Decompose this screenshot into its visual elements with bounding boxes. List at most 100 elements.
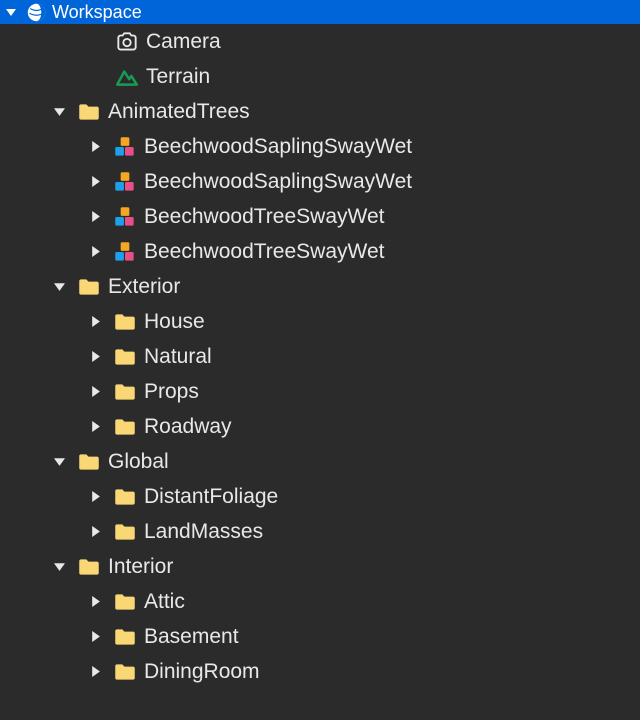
tree-row[interactable]: BeechwoodTreeSwayWet <box>0 234 640 269</box>
tree-row[interactable]: DistantFoliage <box>0 479 640 514</box>
tree-item-label: Props <box>142 380 640 404</box>
tree-row[interactable]: Interior <box>0 549 640 584</box>
folder-icon-slot <box>108 484 142 510</box>
tree-row[interactable]: Props <box>0 374 640 409</box>
expand-arrow[interactable] <box>46 106 72 117</box>
folder-icon <box>112 379 138 405</box>
tree-row[interactable]: LandMasses <box>0 514 640 549</box>
tree-item-label: Attic <box>142 590 640 614</box>
camera-icon-slot <box>110 29 144 55</box>
model-icon <box>112 239 138 265</box>
expand-arrow[interactable] <box>82 386 108 397</box>
folder-icon <box>76 449 102 475</box>
tree-item-label: Natural <box>142 345 640 369</box>
expand-arrow[interactable] <box>82 246 108 257</box>
tree-row[interactable]: BeechwoodSaplingSwayWet <box>0 129 640 164</box>
model-icon <box>112 204 138 230</box>
tree-row[interactable]: House <box>0 304 640 339</box>
chevron-right-icon <box>90 351 101 362</box>
chevron-right-icon <box>90 141 101 152</box>
folder-icon <box>76 274 102 300</box>
model-icon-slot <box>108 239 142 265</box>
folder-icon-slot <box>72 274 106 300</box>
expand-arrow[interactable] <box>46 561 72 572</box>
tree-row[interactable]: Terrain <box>0 59 640 94</box>
chevron-right-icon <box>90 421 101 432</box>
chevron-right-icon <box>90 491 101 502</box>
tree-item-label: DistantFoliage <box>142 485 640 509</box>
workspace-icon <box>22 3 50 22</box>
tree-item-label: BeechwoodTreeSwayWet <box>142 240 640 264</box>
expand-arrow[interactable] <box>82 631 108 642</box>
tree-item-label: DiningRoom <box>142 660 640 684</box>
folder-icon-slot <box>72 449 106 475</box>
folder-icon <box>112 624 138 650</box>
expand-arrow[interactable] <box>82 141 108 152</box>
expand-arrow[interactable] <box>46 456 72 467</box>
tree-item-label: House <box>142 310 640 334</box>
explorer-tree[interactable]: Workspace Camera TerrainAnimatedTrees Beec… <box>0 0 640 689</box>
tree-root-row[interactable]: Workspace <box>0 0 640 24</box>
chevron-right-icon <box>90 631 101 642</box>
tree-row[interactable]: DiningRoom <box>0 654 640 689</box>
tree-row[interactable]: BeechwoodSaplingSwayWet <box>0 164 640 199</box>
folder-icon <box>76 554 102 580</box>
terrain-icon <box>114 64 140 90</box>
chevron-right-icon <box>90 211 101 222</box>
expand-arrow[interactable] <box>82 666 108 677</box>
tree-row[interactable]: Basement <box>0 619 640 654</box>
expand-arrow[interactable] <box>46 281 72 292</box>
chevron-right-icon <box>90 386 101 397</box>
chevron-down-icon <box>6 7 16 17</box>
model-icon-slot <box>108 134 142 160</box>
folder-icon-slot <box>72 554 106 580</box>
folder-icon <box>76 99 102 125</box>
folder-icon-slot <box>108 414 142 440</box>
chevron-right-icon <box>90 666 101 677</box>
chevron-down-icon <box>54 106 65 117</box>
tree-row[interactable]: Exterior <box>0 269 640 304</box>
chevron-right-icon <box>90 596 101 607</box>
tree-item-label: Camera <box>144 30 640 54</box>
tree-item-label: Roadway <box>142 415 640 439</box>
tree-root-label: Workspace <box>50 2 640 23</box>
expand-arrow[interactable] <box>82 176 108 187</box>
chevron-down-icon <box>54 281 65 292</box>
chevron-right-icon <box>90 176 101 187</box>
expand-arrow[interactable] <box>82 316 108 327</box>
model-icon <box>112 134 138 160</box>
folder-icon <box>112 344 138 370</box>
terrain-icon-slot <box>110 64 144 90</box>
tree-row[interactable]: BeechwoodTreeSwayWet <box>0 199 640 234</box>
folder-icon <box>112 589 138 615</box>
chevron-down-icon <box>54 456 65 467</box>
tree-row[interactable]: Global <box>0 444 640 479</box>
tree-item-label: BeechwoodSaplingSwayWet <box>142 170 640 194</box>
folder-icon <box>112 414 138 440</box>
tree-item-label: BeechwoodSaplingSwayWet <box>142 135 640 159</box>
tree-row[interactable]: Natural <box>0 339 640 374</box>
model-icon-slot <box>108 169 142 195</box>
folder-icon-slot <box>108 589 142 615</box>
expand-arrow[interactable] <box>82 211 108 222</box>
expand-arrow[interactable] <box>0 7 22 17</box>
tree-row[interactable]: Attic <box>0 584 640 619</box>
folder-icon <box>112 519 138 545</box>
tree-row[interactable]: Camera <box>0 24 640 59</box>
tree-row[interactable]: Roadway <box>0 409 640 444</box>
tree-item-label: Basement <box>142 625 640 649</box>
tree-item-label: LandMasses <box>142 520 640 544</box>
folder-icon <box>112 309 138 335</box>
expand-arrow[interactable] <box>82 596 108 607</box>
tree-item-label: Global <box>106 450 640 474</box>
tree-item-label: Interior <box>106 555 640 579</box>
expand-arrow[interactable] <box>82 351 108 362</box>
folder-icon-slot <box>72 99 106 125</box>
expand-arrow[interactable] <box>82 491 108 502</box>
folder-icon-slot <box>108 379 142 405</box>
expand-arrow[interactable] <box>82 421 108 432</box>
folder-icon-slot <box>108 519 142 545</box>
tree-row[interactable]: AnimatedTrees <box>0 94 640 129</box>
expand-arrow[interactable] <box>82 526 108 537</box>
chevron-right-icon <box>90 526 101 537</box>
